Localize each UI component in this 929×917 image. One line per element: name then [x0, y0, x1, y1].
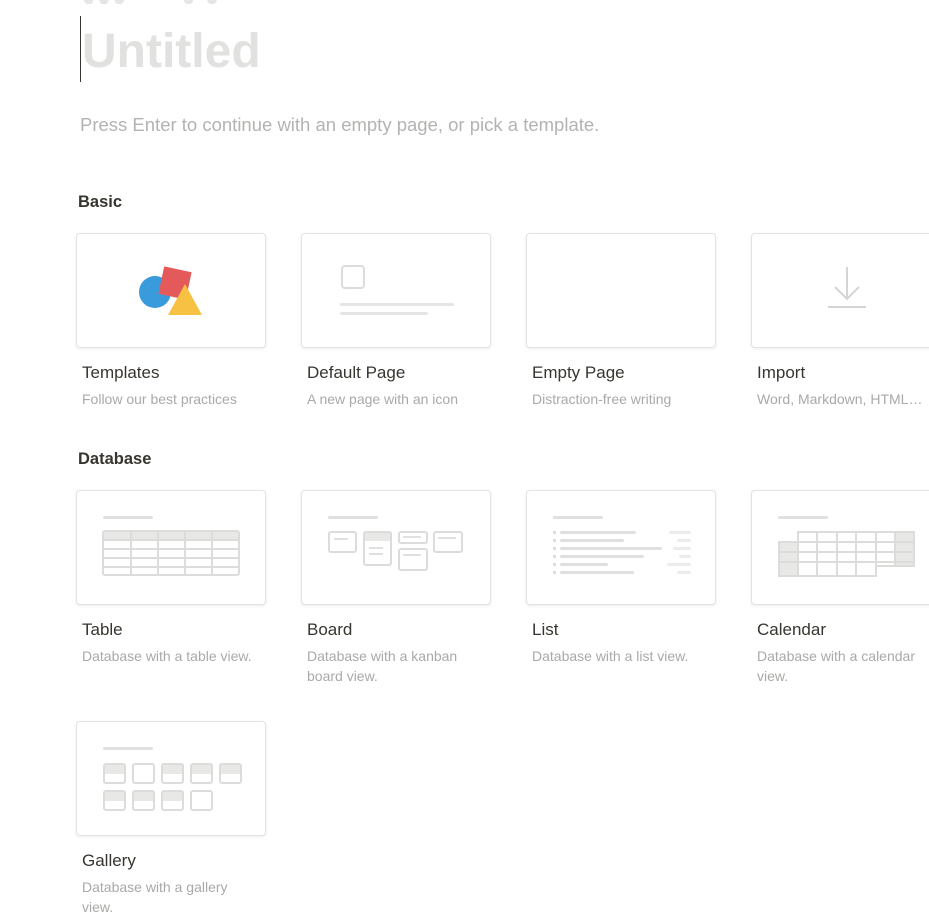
template-card-gallery[interactable] [76, 721, 266, 836]
template-name: Templates [82, 363, 160, 382]
page-title-placeholder[interactable]: Untitled [82, 24, 261, 80]
download-arrow-icon [828, 267, 866, 308]
table-view-icon [102, 516, 240, 576]
template-name: Default Page [307, 363, 406, 382]
template-desc: Database with a calendar view. [757, 648, 915, 684]
template-name: Empty Page [532, 363, 625, 382]
template-desc: Distraction-free writing [532, 391, 672, 407]
shapes-icon [139, 266, 202, 315]
section-database: Database [78, 450, 152, 468]
template-card-table[interactable] [76, 490, 266, 605]
template-desc: Database with a list view. [532, 648, 689, 664]
template-card-list[interactable] [526, 490, 716, 605]
template-desc: Database with a gallery view. [82, 879, 228, 915]
template-card-import[interactable] [751, 233, 929, 348]
board-view-icon [328, 516, 463, 571]
template-name: Table [82, 620, 123, 639]
template-name: Calendar [757, 620, 826, 639]
template-desc: Database with a kanban board view. [307, 648, 458, 684]
calendar-view-icon [778, 516, 915, 577]
template-desc: Database with a table view. [82, 648, 252, 664]
template-name: Board [307, 620, 353, 639]
template-card-templates[interactable] [76, 233, 266, 348]
template-card-default-page[interactable] [301, 233, 491, 348]
empty-page-hint: Press Enter to continue with an empty pa… [80, 114, 600, 135]
template-name: Gallery [82, 851, 136, 870]
template-card-empty-page[interactable] [526, 233, 716, 348]
scrolled-header-fragment: ●●● ▁▁ ● ● [82, 0, 342, 4]
section-basic: Basic [78, 193, 123, 211]
template-card-calendar[interactable] [751, 490, 929, 605]
template-card-board[interactable] [301, 490, 491, 605]
page-outline-icon [340, 265, 454, 315]
list-view-icon [553, 516, 691, 574]
template-name: Import [757, 363, 806, 382]
text-cursor [80, 16, 81, 82]
template-desc: A new page with an icon [307, 391, 458, 407]
template-name: List [532, 620, 559, 639]
template-desc: Follow our best practices [82, 391, 237, 407]
gallery-view-icon [103, 747, 242, 811]
template-desc: Word, Markdown, HTML… [757, 391, 923, 407]
